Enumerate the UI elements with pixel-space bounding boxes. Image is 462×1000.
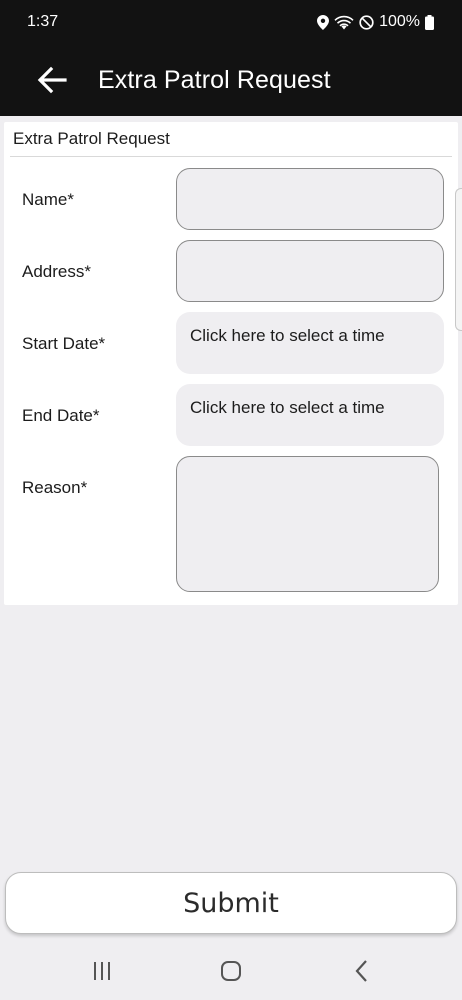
recent-apps-button[interactable]	[90, 958, 116, 984]
start-date-label: Start Date*	[22, 334, 106, 353]
reason-label: Reason*	[22, 478, 88, 497]
system-nav-bar	[0, 940, 462, 1000]
battery-icon	[425, 14, 434, 30]
name-label: Name*	[22, 190, 74, 209]
home-icon	[221, 961, 241, 981]
home-button[interactable]	[218, 958, 244, 984]
status-icons: 100%	[317, 13, 434, 31]
do-not-disturb-icon	[359, 14, 374, 30]
reason-textarea[interactable]	[176, 456, 439, 592]
app-bar: Extra Patrol Request	[0, 44, 462, 116]
back-button[interactable]	[21, 49, 83, 111]
location-icon	[317, 14, 330, 30]
form-header: Extra Patrol Request	[10, 122, 452, 157]
end-date-picker[interactable]: Click here to select a time	[176, 384, 444, 446]
address-input[interactable]	[176, 240, 444, 302]
status-time: 1:37	[27, 13, 59, 30]
wifi-icon	[334, 15, 354, 30]
edge-panel-handle[interactable]	[455, 188, 462, 331]
battery-text: 100%	[379, 13, 420, 30]
submit-button[interactable]: Submit	[5, 872, 457, 934]
form-card: Extra Patrol Request Name* Address* Star…	[4, 122, 458, 605]
nav-back-button[interactable]	[349, 958, 375, 984]
status-bar: 1:37 100%	[0, 0, 462, 44]
address-label: Address*	[22, 262, 91, 281]
name-input[interactable]	[176, 168, 444, 230]
start-date-picker[interactable]: Click here to select a time	[176, 312, 444, 374]
end-date-label: End Date*	[22, 406, 100, 425]
recent-apps-icon	[94, 962, 110, 980]
page-title: Extra Patrol Request	[98, 65, 331, 94]
back-icon	[355, 960, 367, 982]
arrow-left-icon	[37, 66, 67, 94]
